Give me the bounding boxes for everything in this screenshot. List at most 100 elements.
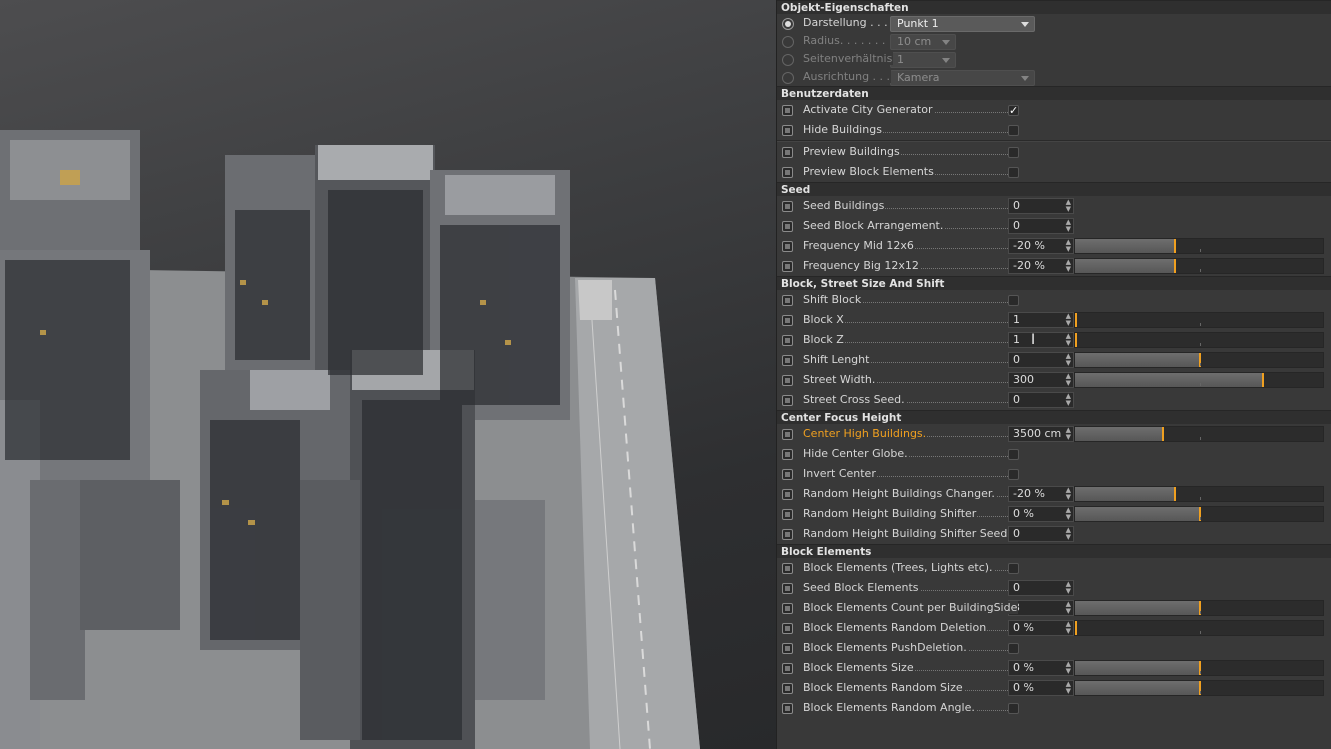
parameter-animate-icon[interactable] [782, 147, 793, 158]
slider-track[interactable] [1074, 372, 1324, 388]
number-field[interactable]: 0 % ▲ ▼ [1008, 620, 1074, 636]
spinner-arrows-icon[interactable]: ▲ ▼ [1066, 487, 1071, 501]
checkbox[interactable]: ✓ [1008, 105, 1019, 116]
spinner-arrows-icon[interactable]: ▲ ▼ [1066, 259, 1071, 273]
spinner-arrows-icon[interactable]: ▲ ▼ [1066, 507, 1071, 521]
slider-handle[interactable] [1162, 427, 1164, 441]
parameter-animate-icon[interactable] [782, 563, 793, 574]
number-field[interactable]: 0 % ▲ ▼ [1008, 680, 1074, 696]
slider-track[interactable] [1074, 600, 1324, 616]
parameter-animate-icon[interactable] [782, 643, 793, 654]
slider-track[interactable] [1074, 620, 1324, 636]
slider-handle[interactable] [1075, 621, 1077, 635]
slider-handle[interactable] [1075, 333, 1077, 347]
parameter-animate-icon[interactable] [782, 603, 793, 614]
checkbox[interactable] [1008, 167, 1019, 178]
slider-track[interactable] [1074, 680, 1324, 696]
slider-track[interactable] [1074, 332, 1324, 348]
checkbox[interactable] [1008, 643, 1019, 654]
slider-handle[interactable] [1174, 259, 1176, 273]
spinner-arrows-icon[interactable]: ▲ ▼ [1066, 313, 1071, 327]
slider-track[interactable] [1074, 506, 1324, 522]
number-field[interactable]: 0 % ▲ ▼ [1008, 660, 1074, 676]
parameter-animate-icon[interactable] [782, 261, 793, 272]
number-field[interactable]: 3500 cm ▲ ▼ [1008, 426, 1074, 442]
checkbox[interactable] [1008, 147, 1019, 158]
parameter-animate-icon[interactable] [782, 125, 793, 136]
parameter-animate-icon[interactable] [782, 105, 793, 116]
section-header-seed[interactable]: Seed [777, 182, 1331, 196]
parameter-animate-icon[interactable] [782, 529, 793, 540]
slider-track[interactable] [1074, 352, 1324, 368]
parameter-animate-icon[interactable] [782, 201, 793, 212]
spinner-arrows-icon[interactable]: ▲ ▼ [1066, 333, 1071, 347]
radio-icon[interactable] [782, 72, 794, 84]
spinner-arrows-icon[interactable]: ▲ ▼ [1066, 621, 1071, 635]
spinner-arrows-icon[interactable]: ▲ ▼ [1066, 239, 1071, 253]
section-header-objekt-eigenschaften[interactable]: Objekt-Eigenschaften [777, 0, 1331, 14]
parameter-animate-icon[interactable] [782, 683, 793, 694]
number-field[interactable]: 0 % ▲ ▼ [1008, 506, 1074, 522]
slider-track[interactable] [1074, 486, 1324, 502]
parameter-animate-icon[interactable] [782, 295, 793, 306]
slider-track[interactable] [1074, 426, 1324, 442]
spinner-arrows-icon[interactable]: ▲ ▼ [1066, 353, 1071, 367]
number-field[interactable]: 0 ▲ ▼ [1008, 198, 1074, 214]
slider-handle[interactable] [1262, 373, 1264, 387]
dropdown-seitenverh-ltnis[interactable]: 1 [890, 52, 956, 68]
number-field[interactable]: 0 ▲ ▼ [1008, 352, 1074, 368]
number-field[interactable]: -20 % ▲ ▼ [1008, 258, 1074, 274]
spinner-arrows-icon[interactable]: ▲ ▼ [1066, 681, 1071, 695]
number-field[interactable]: 0 ▲ ▼ [1008, 218, 1074, 234]
number-field[interactable]: 1 ▲ ▼ [1008, 332, 1074, 348]
number-field[interactable]: -20 % ▲ ▼ [1008, 486, 1074, 502]
parameter-animate-icon[interactable] [782, 449, 793, 460]
parameter-animate-icon[interactable] [782, 375, 793, 386]
checkbox[interactable] [1008, 563, 1019, 574]
checkbox[interactable] [1008, 449, 1019, 460]
radio-icon[interactable] [782, 36, 794, 48]
spinner-arrows-icon[interactable]: ▲ ▼ [1066, 219, 1071, 233]
parameter-animate-icon[interactable] [782, 509, 793, 520]
parameter-animate-icon[interactable] [782, 395, 793, 406]
radio-icon[interactable] [782, 18, 794, 30]
section-header-center-focus-height[interactable]: Center Focus Height [777, 410, 1331, 424]
number-field[interactable]: 0 ▲ ▼ [1008, 580, 1074, 596]
number-field[interactable]: 0 ▲ ▼ [1008, 526, 1074, 542]
parameter-animate-icon[interactable] [782, 315, 793, 326]
spinner-arrows-icon[interactable]: ▲ ▼ [1066, 527, 1071, 541]
parameter-animate-icon[interactable] [782, 489, 793, 500]
dropdown-darstellung[interactable]: Punkt 1 [890, 16, 1035, 32]
parameter-animate-icon[interactable] [782, 355, 793, 366]
spinner-arrows-icon[interactable]: ▲ ▼ [1066, 661, 1071, 675]
slider-handle[interactable] [1174, 487, 1176, 501]
dropdown-ausrichtung[interactable]: Kamera [890, 70, 1035, 86]
spinner-arrows-icon[interactable]: ▲ ▼ [1066, 427, 1071, 441]
slider-handle[interactable] [1174, 239, 1176, 253]
spinner-arrows-icon[interactable]: ▲ ▼ [1066, 581, 1071, 595]
checkbox[interactable] [1008, 295, 1019, 306]
parameter-animate-icon[interactable] [782, 167, 793, 178]
number-field[interactable]: 300 ▲ ▼ [1008, 372, 1074, 388]
parameter-animate-icon[interactable] [782, 335, 793, 346]
3d-viewport[interactable] [0, 0, 776, 749]
section-header-block-elements[interactable]: Block Elements [777, 544, 1331, 558]
spinner-arrows-icon[interactable]: ▲ ▼ [1066, 199, 1071, 213]
parameter-animate-icon[interactable] [782, 583, 793, 594]
section-header-benutzerdaten[interactable]: Benutzerdaten [777, 86, 1331, 100]
checkbox[interactable] [1008, 703, 1019, 714]
number-field[interactable]: 1 ▲ ▼ [1008, 312, 1074, 328]
slider-track[interactable] [1074, 312, 1324, 328]
spinner-arrows-icon[interactable]: ▲ ▼ [1066, 373, 1071, 387]
parameter-animate-icon[interactable] [782, 469, 793, 480]
spinner-arrows-icon[interactable]: ▲ ▼ [1066, 393, 1071, 407]
section-header-block-street-size-and-shift[interactable]: Block, Street Size And Shift [777, 276, 1331, 290]
parameter-animate-icon[interactable] [782, 241, 793, 252]
number-field[interactable]: 0 ▲ ▼ [1008, 392, 1074, 408]
slider-track[interactable] [1074, 258, 1324, 274]
checkbox[interactable] [1008, 125, 1019, 136]
parameter-animate-icon[interactable] [782, 221, 793, 232]
slider-track[interactable] [1074, 238, 1324, 254]
parameter-animate-icon[interactable] [782, 703, 793, 714]
parameter-animate-icon[interactable] [782, 623, 793, 634]
